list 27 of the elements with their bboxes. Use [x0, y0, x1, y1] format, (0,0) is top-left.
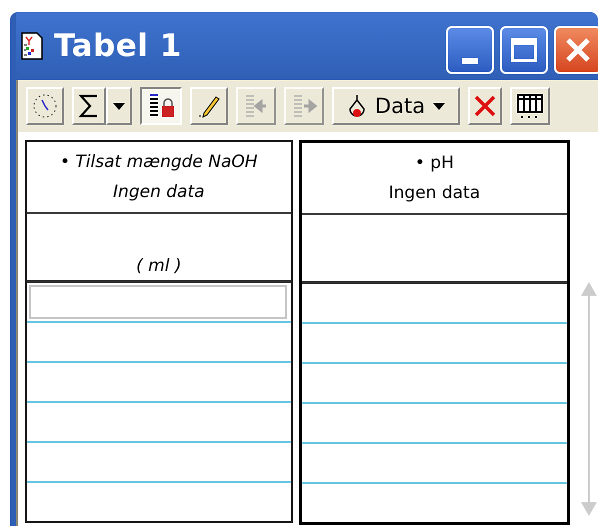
- column-name: • Tilsat mængde NaOH: [60, 151, 258, 174]
- column-status: Ingen data: [113, 181, 205, 204]
- maximize-icon: [511, 38, 537, 62]
- table-document-icon: [20, 32, 44, 60]
- close-icon: [565, 37, 591, 63]
- table-columns-icon: [516, 92, 544, 120]
- sigma-icon: [78, 93, 100, 119]
- toolbar-button[interactable]: [140, 87, 182, 125]
- maximize-button[interactable]: [500, 26, 548, 74]
- minimize-icon: [462, 58, 478, 64]
- column-status: Ingen data: [388, 182, 480, 205]
- delete-icon: [474, 95, 496, 117]
- window-title: Tabel 1: [54, 28, 182, 64]
- close-button[interactable]: [554, 26, 598, 74]
- data-dropdown[interactable]: Data: [332, 87, 460, 125]
- caret-icon: [433, 102, 446, 110]
- clock-icon: [32, 93, 58, 119]
- minimize-button[interactable]: [446, 26, 494, 74]
- column-name: • pH: [414, 152, 454, 175]
- table-column[interactable]: • Tilsat mængde NaOH Ingen data ( ml ): [25, 140, 293, 523]
- column-unit: ( ml ): [136, 256, 182, 276]
- caret-icon: [113, 102, 125, 110]
- table-column[interactable]: • pH Ingen data: [298, 140, 570, 525]
- dropdown-button[interactable]: [106, 87, 132, 125]
- probe-icon: [346, 93, 367, 119]
- input-field[interactable]: [29, 285, 287, 319]
- vertical-double-arrow-icon: [580, 281, 598, 517]
